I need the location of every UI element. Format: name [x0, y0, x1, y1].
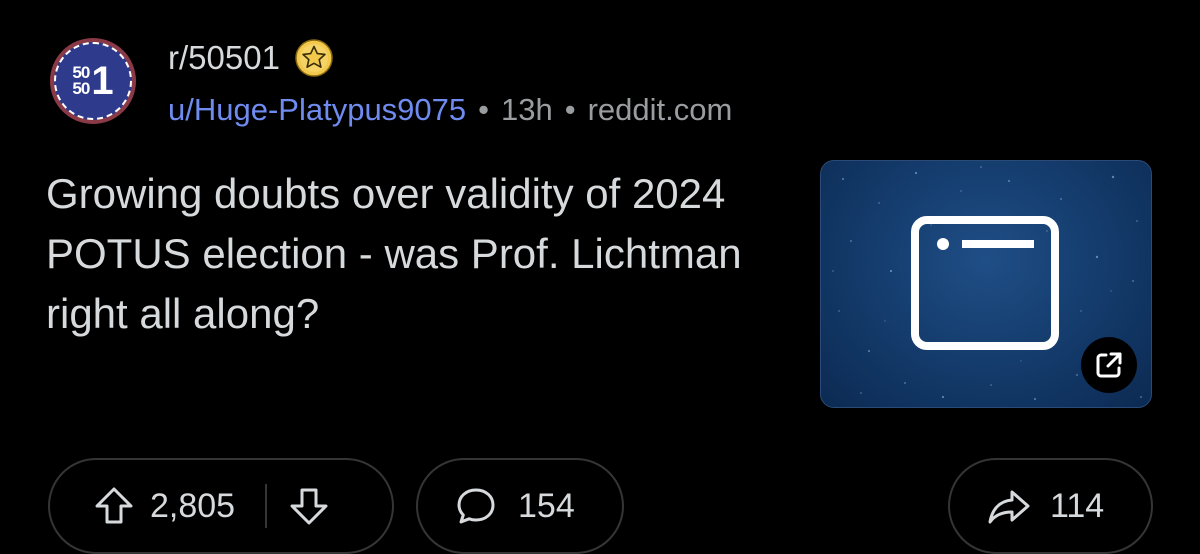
- upvote-arrow-icon[interactable]: [92, 484, 136, 528]
- open-external-icon: [1096, 352, 1122, 378]
- avatar-text-large: 1: [91, 59, 114, 103]
- browser-window-icon: [911, 216, 1059, 350]
- post-title[interactable]: Growing doubts over validity of 2024 POT…: [46, 164, 806, 344]
- open-external-button[interactable]: [1081, 337, 1137, 393]
- share-button[interactable]: 114: [948, 458, 1153, 554]
- meta-separator: •: [478, 92, 490, 127]
- avatar-text-bottom: 50: [72, 79, 90, 98]
- link-thumbnail[interactable]: [820, 160, 1152, 408]
- vote-divider: [265, 484, 268, 528]
- author-link[interactable]: u/Huge-Platypus9075: [168, 92, 466, 128]
- post-age: 13h: [501, 92, 553, 127]
- post-domain[interactable]: reddit.com: [588, 92, 733, 128]
- comment-bubble-icon: [457, 488, 495, 524]
- star-badge-icon: [295, 39, 333, 77]
- post-meta: u/Huge-Platypus9075 • 13h • reddit.com: [168, 92, 732, 128]
- share-count: 114: [1050, 486, 1105, 525]
- subreddit-avatar[interactable]: 50 50 1: [50, 38, 136, 124]
- subreddit-name[interactable]: r/50501: [168, 39, 280, 77]
- vote-count: 2,805: [150, 486, 236, 525]
- vote-bar: 2,805: [48, 458, 394, 554]
- comments-button[interactable]: 154: [416, 458, 624, 554]
- subreddit-header: r/50501: [168, 36, 334, 80]
- share-arrow-icon: [988, 490, 1030, 524]
- avatar-logo: 50 50 1: [54, 42, 132, 120]
- downvote-arrow-icon[interactable]: [287, 484, 331, 528]
- comment-count: 154: [518, 486, 575, 525]
- avatar-logo-text-left: 50 50: [72, 64, 90, 98]
- meta-separator: •: [564, 92, 576, 127]
